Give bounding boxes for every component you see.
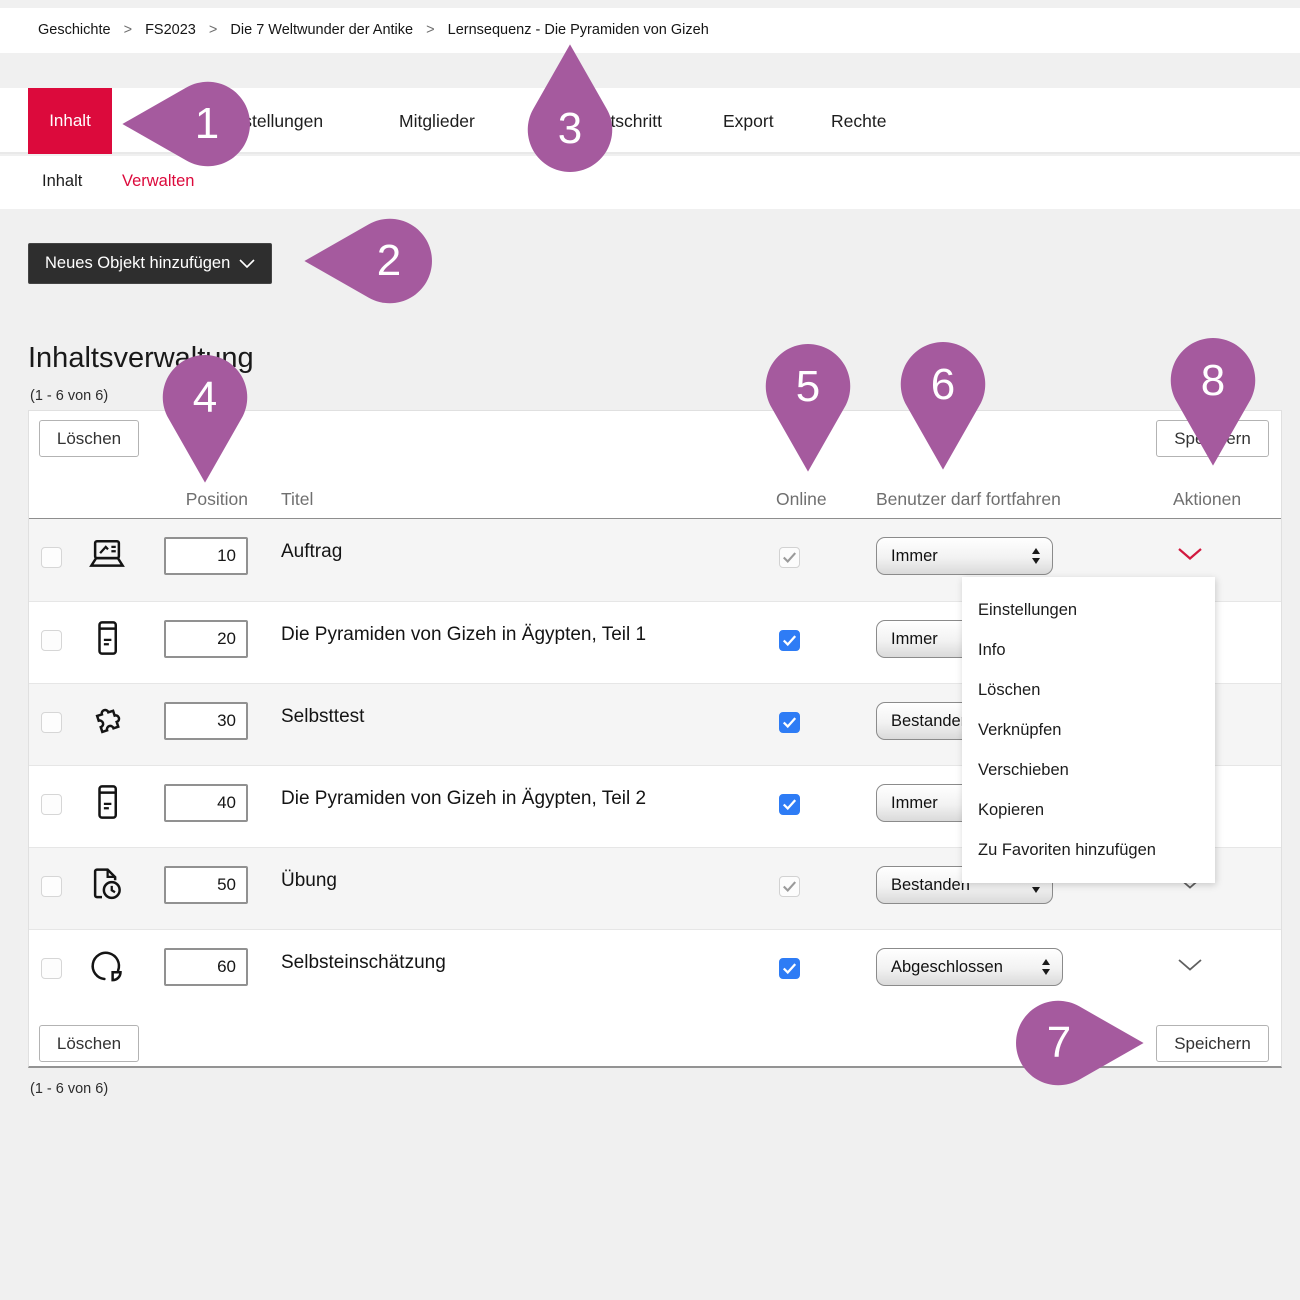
row-select-checkbox[interactable] [41,958,62,979]
row-title: Auftrag [281,541,342,563]
exercise-clock-icon [87,864,127,904]
annotation-marker-5: 5 [764,344,852,476]
row-select-checkbox[interactable] [41,630,62,651]
actions-dropdown-menu: Einstellungen Info Löschen Verknüpfen Ve… [962,577,1215,883]
breadcrumb-separator: > [209,22,217,38]
breadcrumb-item-lernsequenz[interactable]: Lernsequenz - Die Pyramiden von Gizeh [448,22,709,38]
tab-export[interactable]: Export [723,88,774,154]
menu-item-loeschen[interactable]: Löschen [962,670,1215,710]
proceed-select-value: Abgeschlossen [877,958,1041,977]
breadcrumb-item-weltwunder[interactable]: Die 7 Weltwunder der Antike [230,22,413,38]
menu-item-verschieben[interactable]: Verschieben [962,750,1215,790]
row-select-checkbox[interactable] [41,876,62,897]
position-input[interactable] [164,866,248,904]
select-arrows-icon [1041,958,1051,976]
result-range-bottom: (1 - 6 von 6) [30,1081,108,1097]
column-header-title: Titel [281,489,313,510]
position-input[interactable] [164,784,248,822]
marker-number: 7 [1047,1021,1071,1065]
breadcrumb-item-fs2023[interactable]: FS2023 [145,22,196,38]
tab-mitglieder[interactable]: Mitglieder [399,88,475,154]
annotation-marker-1: 1 [118,80,250,168]
delete-button-bottom[interactable]: Löschen [39,1025,139,1062]
position-input[interactable] [164,948,248,986]
breadcrumb-separator: > [124,22,132,38]
column-header-proceed: Benutzer darf fortfahren [876,489,1061,510]
menu-item-einstellungen[interactable]: Einstellungen [962,590,1215,630]
position-input[interactable] [164,620,248,658]
learning-module-icon [87,782,127,822]
row-actions-chevron-icon[interactable] [1177,547,1203,561]
marker-number: 6 [931,363,955,407]
column-header-actions: Aktionen [1173,489,1241,510]
delete-button-top[interactable]: Löschen [39,420,139,457]
breadcrumb: Geschichte > FS2023 > Die 7 Weltwunder d… [0,8,1300,53]
row-title: Übung [281,870,337,892]
row-title: Die Pyramiden von Gizeh in Ägypten, Teil… [281,624,646,646]
annotation-marker-6: 6 [899,342,987,474]
row-select-checkbox[interactable] [41,794,62,815]
online-checkbox[interactable] [779,547,800,568]
subtab-inhalt[interactable]: Inhalt [42,156,82,209]
survey-pie-icon [87,946,127,986]
position-input[interactable] [164,702,248,740]
annotation-marker-4: 4 [161,355,249,487]
chevron-down-icon [239,259,255,268]
annotation-marker-3: 3 [526,40,614,172]
column-header-online: Online [776,489,827,510]
column-header-position: Position [149,489,248,510]
marker-number: 1 [195,102,219,146]
position-input[interactable] [164,537,248,575]
learning-module-icon [87,618,127,658]
menu-item-kopieren[interactable]: Kopieren [962,790,1215,830]
row-select-checkbox[interactable] [41,547,62,568]
breadcrumb-item-geschichte[interactable]: Geschichte [38,22,111,38]
row-title: Selbsttest [281,706,364,728]
proceed-select[interactable]: Abgeschlossen [876,948,1063,986]
marker-number: 4 [193,376,217,420]
tab-inhalt[interactable]: Inhalt [28,88,112,154]
result-range-top: (1 - 6 von 6) [30,388,108,404]
menu-item-verknuepfen[interactable]: Verknüpfen [962,710,1215,750]
marker-number: 2 [377,239,401,283]
menu-item-zu-favoriten[interactable]: Zu Favoriten hinzufügen [962,830,1215,870]
proceed-select-value: Immer [877,547,1031,566]
add-new-object-button[interactable]: Neues Objekt hinzufügen [28,243,272,284]
save-button-bottom[interactable]: Speichern [1156,1025,1269,1062]
proceed-select[interactable]: Immer [876,537,1053,575]
marker-number: 3 [558,107,582,151]
assignment-laptop-icon [87,535,127,575]
annotation-marker-8: 8 [1169,338,1257,470]
row-select-checkbox[interactable] [41,712,62,733]
online-checkbox[interactable] [779,958,800,979]
tab-rechte[interactable]: Rechte [831,88,886,154]
page: Geschichte > FS2023 > Die 7 Weltwunder d… [0,0,1300,1300]
marker-number: 5 [796,365,820,409]
annotation-marker-2: 2 [300,217,432,305]
row-title: Selbsteinschätzung [281,952,446,974]
online-checkbox[interactable] [779,630,800,651]
row-actions-chevron-icon[interactable] [1177,958,1203,972]
menu-item-info[interactable]: Info [962,630,1215,670]
marker-number: 8 [1201,359,1225,403]
add-new-object-label: Neues Objekt hinzufügen [45,254,230,273]
online-checkbox[interactable] [779,794,800,815]
puzzle-icon [87,700,127,740]
breadcrumb-separator: > [426,22,434,38]
annotation-marker-7: 7 [1016,999,1148,1087]
online-checkbox[interactable] [779,876,800,897]
select-arrows-icon [1031,547,1041,565]
row-title: Die Pyramiden von Gizeh in Ägypten, Teil… [281,788,646,810]
online-checkbox[interactable] [779,712,800,733]
